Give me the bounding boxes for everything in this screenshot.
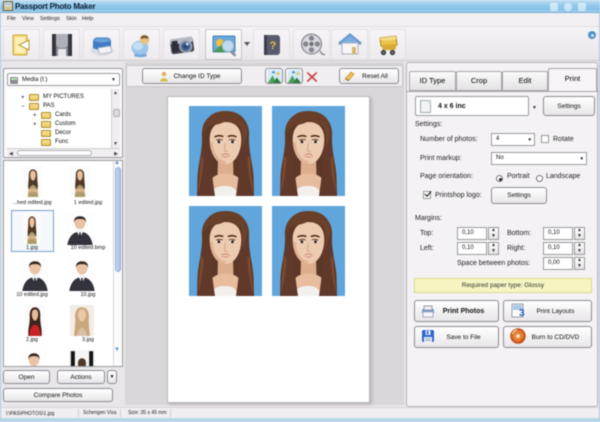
svg-text:3: 3 bbox=[519, 308, 525, 318]
svg-text:?: ? bbox=[269, 40, 276, 52]
